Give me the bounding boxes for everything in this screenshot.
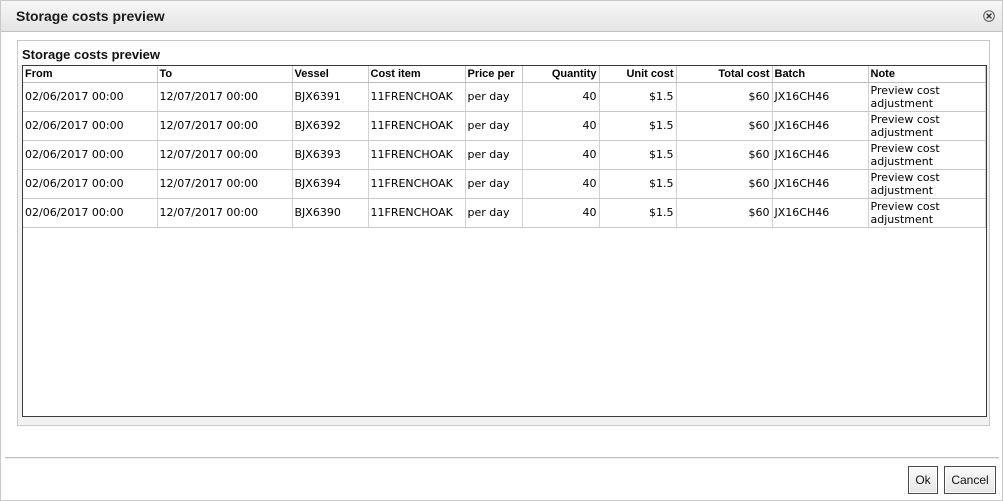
column-header-cost-item[interactable]: Cost item: [368, 66, 466, 83]
cell-price-per: per day: [465, 198, 523, 228]
cell-to: 12/07/2017 00:00: [157, 111, 293, 141]
panel-header: Storage costs preview: [18, 41, 989, 65]
column-header-to[interactable]: To: [157, 66, 293, 83]
cell-cost-item: 11FRENCHOAK: [368, 82, 466, 112]
cell-vessel: BJX6393: [292, 140, 369, 170]
cell-cost-item: 11FRENCHOAK: [368, 140, 466, 170]
cell-total-cost: $60: [676, 169, 773, 199]
table-row[interactable]: 02/06/2017 00:00 12/07/2017 00:00 BJX639…: [23, 198, 986, 228]
cell-batch: JX16CH46: [772, 82, 869, 112]
cell-unit-cost: $1.5: [599, 169, 677, 199]
cell-vessel: BJX6391: [292, 82, 369, 112]
cell-vessel: BJX6390: [292, 198, 369, 228]
cell-to: 12/07/2017 00:00: [157, 198, 293, 228]
cell-to: 12/07/2017 00:00: [157, 169, 293, 199]
cell-quantity: 40: [522, 169, 600, 199]
cell-total-cost: $60: [676, 140, 773, 170]
cell-from: 02/06/2017 00:00: [23, 111, 158, 141]
costs-grid[interactable]: From To Vessel Cost item Price per Quant…: [22, 65, 987, 417]
cell-note: Preview cost adjustment: [868, 82, 986, 112]
cell-quantity: 40: [522, 82, 600, 112]
cell-note: Preview cost adjustment: [868, 111, 986, 141]
cell-price-per: per day: [465, 111, 523, 141]
cell-cost-item: 11FRENCHOAK: [368, 169, 466, 199]
cell-cost-item: 11FRENCHOAK: [368, 198, 466, 228]
close-icon[interactable]: [982, 9, 996, 23]
cancel-button[interactable]: Cancel: [944, 466, 996, 494]
footer-divider: [5, 457, 999, 459]
cell-unit-cost: $1.5: [599, 82, 677, 112]
storage-costs-dialog: Storage costs preview Storage costs prev…: [0, 0, 1003, 501]
ok-button[interactable]: Ok: [908, 466, 938, 494]
cell-vessel: BJX6394: [292, 169, 369, 199]
cell-to: 12/07/2017 00:00: [157, 82, 293, 112]
table-row[interactable]: 02/06/2017 00:00 12/07/2017 00:00 BJX639…: [23, 111, 986, 141]
cell-batch: JX16CH46: [772, 198, 869, 228]
panel-title: Storage costs preview: [22, 47, 160, 62]
column-header-vessel[interactable]: Vessel: [292, 66, 369, 83]
cell-quantity: 40: [522, 111, 600, 141]
cell-quantity: 40: [522, 198, 600, 228]
cell-note: Preview cost adjustment: [868, 169, 986, 199]
cell-quantity: 40: [522, 140, 600, 170]
table-row[interactable]: 02/06/2017 00:00 12/07/2017 00:00 BJX639…: [23, 82, 986, 112]
column-header-quantity[interactable]: Quantity: [522, 66, 600, 83]
column-header-total-cost[interactable]: Total cost: [676, 66, 773, 83]
column-header-note[interactable]: Note: [868, 66, 986, 83]
cell-price-per: per day: [465, 82, 523, 112]
dialog-title: Storage costs preview: [16, 8, 165, 24]
table-header-row: From To Vessel Cost item Price per Quant…: [23, 66, 986, 83]
table-row[interactable]: 02/06/2017 00:00 12/07/2017 00:00 BJX639…: [23, 169, 986, 199]
cell-from: 02/06/2017 00:00: [23, 198, 158, 228]
cell-total-cost: $60: [676, 198, 773, 228]
cell-note: Preview cost adjustment: [868, 140, 986, 170]
column-header-batch[interactable]: Batch: [772, 66, 869, 83]
cell-note: Preview cost adjustment: [868, 198, 986, 228]
cell-from: 02/06/2017 00:00: [23, 140, 158, 170]
table-row[interactable]: 02/06/2017 00:00 12/07/2017 00:00 BJX639…: [23, 140, 986, 170]
cell-cost-item: 11FRENCHOAK: [368, 111, 466, 141]
column-header-from[interactable]: From: [23, 66, 158, 83]
cell-price-per: per day: [465, 169, 523, 199]
cell-unit-cost: $1.5: [599, 198, 677, 228]
cell-batch: JX16CH46: [772, 111, 869, 141]
dialog-titlebar[interactable]: Storage costs preview: [1, 1, 1002, 32]
preview-panel: Storage costs preview From To Vessel Cos…: [17, 40, 990, 426]
column-header-price-per[interactable]: Price per: [465, 66, 523, 83]
cell-unit-cost: $1.5: [599, 111, 677, 141]
cell-price-per: per day: [465, 140, 523, 170]
column-header-unit-cost[interactable]: Unit cost: [599, 66, 677, 83]
close-x-icon: [983, 10, 995, 22]
cell-to: 12/07/2017 00:00: [157, 140, 293, 170]
cell-batch: JX16CH46: [772, 169, 869, 199]
cell-from: 02/06/2017 00:00: [23, 82, 158, 112]
cell-from: 02/06/2017 00:00: [23, 169, 158, 199]
cell-total-cost: $60: [676, 82, 773, 112]
cell-batch: JX16CH46: [772, 140, 869, 170]
costs-table: From To Vessel Cost item Price per Quant…: [23, 66, 986, 228]
cell-vessel: BJX6392: [292, 111, 369, 141]
cell-unit-cost: $1.5: [599, 140, 677, 170]
cell-total-cost: $60: [676, 111, 773, 141]
